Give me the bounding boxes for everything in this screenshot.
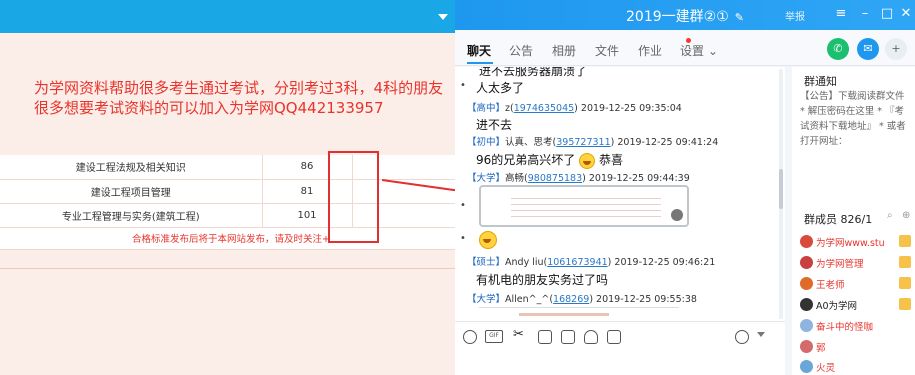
avatar xyxy=(800,277,813,290)
page-header-bar xyxy=(0,0,462,33)
report-link[interactable]: 举报 xyxy=(785,8,805,23)
zoom-icon[interactable] xyxy=(671,209,683,221)
input-toolbar: GIF ✂ xyxy=(455,321,785,375)
subject-cell: 专业工程管理与实务(建筑工程) xyxy=(0,203,263,228)
message-text: 进不去服务器崩溃了 xyxy=(479,67,588,78)
menu-icon[interactable]: ≡ xyxy=(833,6,849,21)
gif-icon[interactable]: GIF xyxy=(485,330,503,343)
minimize-icon[interactable]: – xyxy=(857,6,873,21)
phone-icon[interactable]: ✆ xyxy=(827,38,849,60)
active-tab-indicator xyxy=(467,62,493,64)
close-icon[interactable]: ✕ xyxy=(898,6,914,21)
message-sender: 【硕士】Andy liu(1061673941) 2019-12-25 09:4… xyxy=(467,257,716,268)
chat-messages[interactable]: 进不去服务器崩溃了 • 人太多了 【高中】z(1974635045) 2019-… xyxy=(455,67,785,321)
admin-icon xyxy=(899,277,911,289)
group-notice-heading: 群通知 xyxy=(804,75,837,88)
message-sender: 【大学】高畅(980875183) 2019-12-25 09:44:39 xyxy=(467,173,690,184)
owner-icon xyxy=(899,235,911,247)
emoji-icon[interactable] xyxy=(463,330,477,344)
message-text: 有机电的朋友实务过了吗 xyxy=(476,273,609,287)
avatar xyxy=(800,235,813,248)
laughing-emoji-icon xyxy=(579,152,596,169)
collapse-icon[interactable] xyxy=(438,14,448,20)
image-message-thumbnail[interactable] xyxy=(479,185,689,227)
avatar xyxy=(800,340,813,353)
highlight-box xyxy=(328,151,379,243)
message-icon[interactable]: ✉ xyxy=(857,38,879,60)
message-text: 人太多了 xyxy=(476,81,525,95)
message-text: 96的兄弟高兴坏了 恭喜 xyxy=(476,152,623,169)
qq-group-window: 2019一建群②① ✎ 举报 ≡ – □ ✕ 聊天 公告 相册 文件 作业 设置 … xyxy=(455,0,915,375)
avatar xyxy=(800,298,813,311)
clock-icon[interactable] xyxy=(735,330,749,344)
admin-icon xyxy=(899,298,911,310)
scissors-icon[interactable]: ✂ xyxy=(513,327,527,342)
message-text: 进不去 xyxy=(476,118,513,132)
subject-cell: 建设工程项目管理 xyxy=(0,179,263,204)
member-item[interactable]: 为学网管理 xyxy=(800,255,915,271)
image-message-thumbnail[interactable] xyxy=(479,307,679,321)
folder-icon[interactable] xyxy=(538,330,552,344)
title-bar: 2019一建群②① ✎ 举报 ≡ – □ ✕ xyxy=(455,0,915,30)
grin-emoji-icon xyxy=(479,231,497,249)
bell-icon[interactable] xyxy=(584,330,598,344)
tab-files[interactable]: 文件 xyxy=(595,42,619,59)
notification-dot xyxy=(686,38,691,43)
message-sender: 【大学】Allen^_^(168269) 2019-12-25 09:55:38 xyxy=(467,294,697,305)
members-heading: 群成员 826/1 xyxy=(804,213,873,226)
avatar xyxy=(800,360,813,373)
admin-icon xyxy=(899,256,911,268)
avatar xyxy=(800,319,813,332)
ad-text: 为学网资料帮助很多考生通过考试，分别考过3科，4科的朋友很多想要考试资料的可以加… xyxy=(34,79,444,117)
avatar xyxy=(800,256,813,269)
tab-announcement[interactable]: 公告 xyxy=(509,42,533,59)
add-app-icon[interactable]: + xyxy=(885,38,907,60)
chat-scrollbar[interactable] xyxy=(779,69,783,319)
tab-chat[interactable]: 聊天 xyxy=(467,42,491,59)
notice-text: 合格标准发布后将于本网站发布，请及时关注+ xyxy=(0,227,462,250)
image-icon[interactable] xyxy=(561,330,575,344)
group-notice-text[interactable]: 【公告】下载阅读群文件 * 解压密码在这里 * 『考试资料下载地址』 * 或者打… xyxy=(800,89,912,149)
chevron-down-icon[interactable] xyxy=(757,332,765,337)
edit-icon[interactable]: ✎ xyxy=(735,11,744,24)
group-side-panel: 群通知 【公告】下载阅读群文件 * 解压密码在这里 * 『考试资料下载地址』 *… xyxy=(792,67,915,375)
message-sender: 【初中】认真、思考(395727311) 2019-12-25 09:41:24 xyxy=(467,137,719,148)
member-item[interactable]: 为学网www.stu xyxy=(800,234,915,250)
search-icon[interactable]: ⌕ xyxy=(887,210,893,221)
tab-settings[interactable]: 设置 ⌄ xyxy=(680,42,718,59)
member-item[interactable]: 奋斗中的怪咖 xyxy=(800,318,915,334)
member-item[interactable]: 王老师 xyxy=(800,276,915,292)
tab-album[interactable]: 相册 xyxy=(552,42,576,59)
member-item[interactable]: 郭 xyxy=(800,339,915,355)
tab-homework[interactable]: 作业 xyxy=(638,42,662,59)
member-item[interactable]: A0为学网 xyxy=(800,297,915,313)
subject-cell: 建设工程法规及相关知识 xyxy=(0,155,263,180)
table-row: 合格标准发布后将于本网站发布，请及时关注+ xyxy=(0,227,462,250)
more-tools-icon[interactable] xyxy=(607,330,621,344)
member-item[interactable]: 火灵 xyxy=(800,359,915,375)
message-sender: 【高中】z(1974635045) 2019-12-25 09:35:04 xyxy=(467,103,682,114)
divider xyxy=(0,268,462,269)
maximize-icon[interactable]: □ xyxy=(879,6,895,21)
add-member-icon[interactable]: ⊕ xyxy=(902,210,910,221)
